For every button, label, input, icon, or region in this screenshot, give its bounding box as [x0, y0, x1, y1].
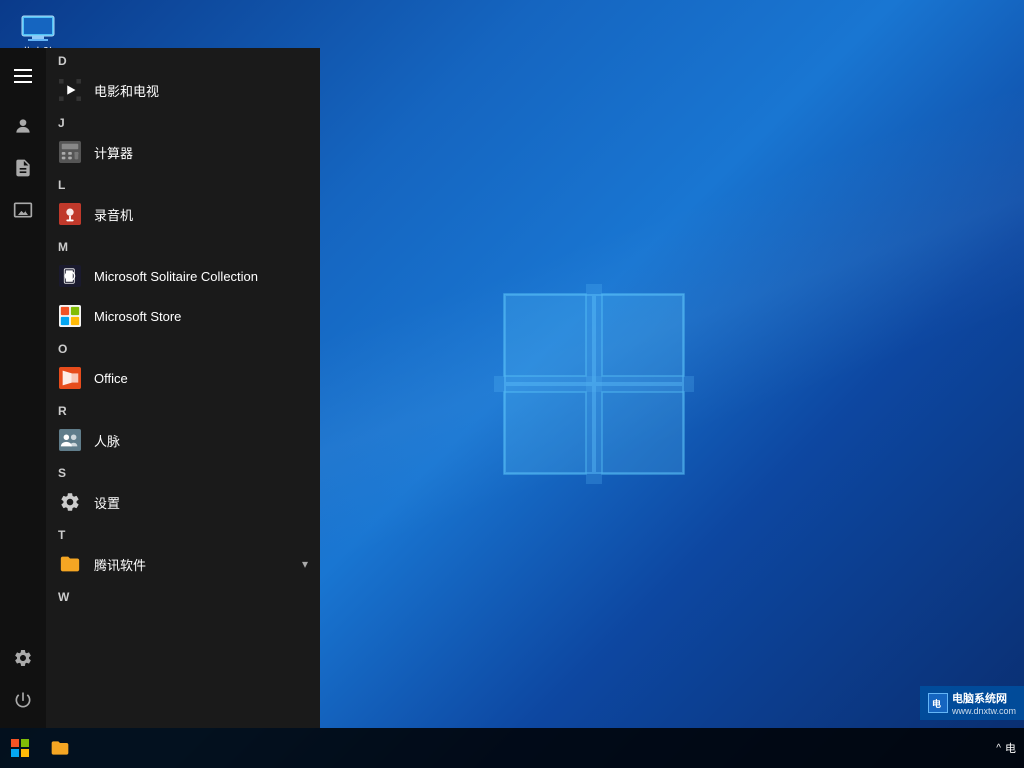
- section-header-w: W: [46, 584, 320, 606]
- store-label: Microsoft Store: [94, 309, 181, 324]
- tencent-folder-icon: [58, 552, 82, 576]
- file-explorer-icon: [50, 738, 70, 758]
- movies-icon: [58, 78, 82, 102]
- watermark-text: 电脑系统网 www.dnxtw.com: [952, 690, 1016, 716]
- sidebar-settings-button[interactable]: [3, 638, 43, 678]
- mycomputer-icon: [20, 14, 56, 44]
- movies-label: 电影和电视: [94, 81, 159, 100]
- section-header-j: J: [46, 110, 320, 132]
- section-header-t: T: [46, 522, 320, 544]
- hamburger-button[interactable]: [3, 56, 43, 96]
- office-icon: [58, 366, 82, 390]
- pictures-icon: [13, 200, 33, 220]
- settings-label: 设置: [94, 493, 120, 512]
- app-item-recorder[interactable]: 录音机: [46, 194, 320, 234]
- hamburger-icon: [4, 59, 42, 93]
- user-icon: [13, 116, 33, 136]
- tencent-label: 腾讯软件: [94, 555, 146, 574]
- app-item-tencent[interactable]: 腾讯软件 ▾: [46, 544, 320, 584]
- section-header-l: L: [46, 172, 320, 194]
- watermark-url: www.dnxtw.com: [952, 706, 1016, 716]
- settings-icon: [13, 648, 33, 668]
- calculator-icon: [58, 140, 82, 164]
- desktop: 此电脑: [0, 0, 1024, 768]
- contacts-icon: [58, 428, 82, 452]
- sidebar-user-button[interactable]: [3, 106, 43, 146]
- section-header-s: S: [46, 460, 320, 482]
- sidebar-documents-button[interactable]: [3, 148, 43, 188]
- notification-chevron[interactable]: ^: [996, 743, 1001, 754]
- office-label: Office: [94, 371, 128, 386]
- section-header-o: O: [46, 336, 320, 358]
- app-settings-icon: [58, 490, 82, 514]
- section-header-m: M: [46, 234, 320, 256]
- windows-start-icon: [11, 739, 29, 757]
- calculator-label: 计算器: [94, 143, 133, 162]
- recorder-label: 录音机: [94, 205, 133, 224]
- app-item-office[interactable]: Office: [46, 358, 320, 398]
- solitaire-icon: 🂠: [58, 264, 82, 288]
- section-header-d: D: [46, 48, 320, 70]
- taskbar: ^ 电: [0, 728, 1024, 768]
- contacts-label: 人脉: [94, 431, 120, 450]
- watermark: 电 电脑系统网 www.dnxtw.com: [920, 686, 1024, 720]
- document-icon: [13, 158, 33, 178]
- solitaire-label: Microsoft Solitaire Collection: [94, 269, 258, 284]
- taskbar-file-explorer[interactable]: [40, 728, 80, 768]
- start-button[interactable]: [0, 728, 40, 768]
- app-item-movies[interactable]: 电影和电视: [46, 70, 320, 110]
- app-list[interactable]: D 电影和电视 J: [46, 48, 320, 728]
- notification-area: ^ 电: [996, 740, 1016, 756]
- watermark-site: 电脑系统网: [952, 690, 1016, 706]
- start-sidebar: [0, 48, 46, 728]
- windows-logo: [494, 284, 694, 484]
- section-header-r: R: [46, 398, 320, 420]
- app-item-contacts[interactable]: 人脉: [46, 420, 320, 460]
- sidebar-pictures-button[interactable]: [3, 190, 43, 230]
- app-item-settings[interactable]: 设置: [46, 482, 320, 522]
- taskbar-right-area: ^ 电: [996, 740, 1024, 756]
- power-icon: [13, 690, 33, 710]
- watermark-logo: 电: [928, 693, 948, 713]
- app-item-store[interactable]: Microsoft Store: [46, 296, 320, 336]
- sidebar-power-button[interactable]: [3, 680, 43, 720]
- system-tray-text: 电: [1005, 740, 1016, 756]
- recorder-icon: [58, 202, 82, 226]
- svg-text:电: 电: [932, 698, 941, 709]
- start-menu: D 电影和电视 J: [0, 48, 320, 728]
- app-item-solitaire[interactable]: 🂠 Microsoft Solitaire Collection: [46, 256, 320, 296]
- app-item-calculator[interactable]: 计算器: [46, 132, 320, 172]
- tencent-arrow: ▾: [302, 557, 308, 571]
- store-icon: [58, 304, 82, 328]
